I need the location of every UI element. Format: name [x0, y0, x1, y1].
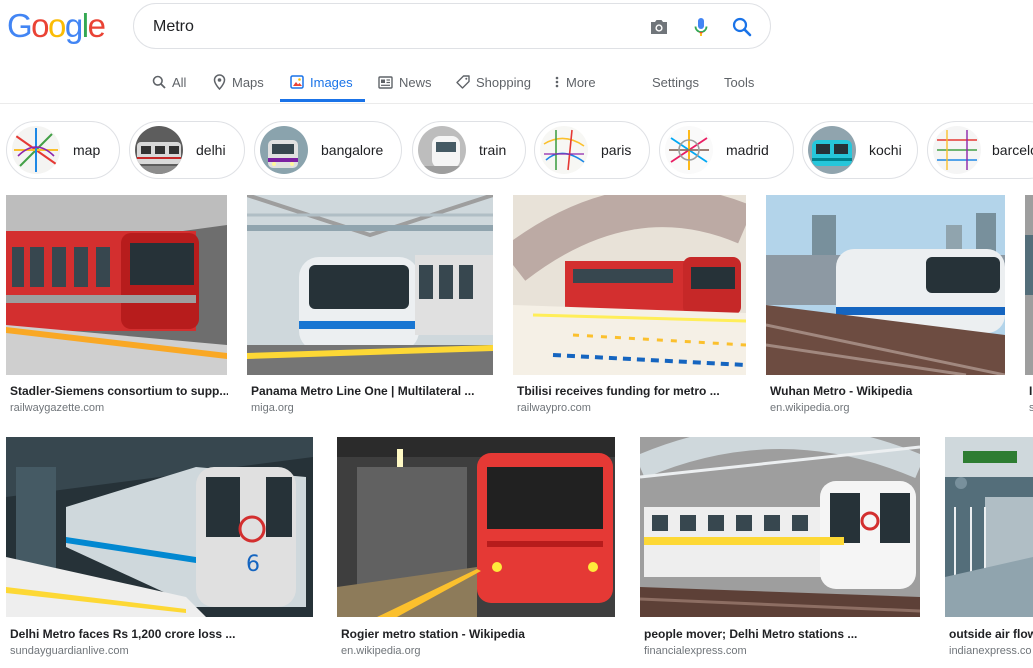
map-pin-icon [213, 74, 226, 90]
tab-label: News [399, 74, 432, 90]
chip-thumbnail [540, 126, 588, 174]
image-result[interactable]: Tbilisi receives funding for metro ... r… [513, 195, 749, 415]
result-thumbnail[interactable] [1025, 195, 1033, 375]
tab-images[interactable]: Images [290, 62, 353, 102]
result-source[interactable]: railwaypro.com [517, 402, 747, 414]
result-title[interactable]: Delhi Metro faces Rs 1,200 crore loss ..… [10, 627, 314, 641]
result-thumbnail[interactable] [6, 195, 227, 375]
result-title[interactable]: I [1029, 384, 1033, 398]
chip-map[interactable]: map [6, 121, 120, 179]
result-title[interactable]: Wuhan Metro - Wikipedia [770, 384, 1006, 398]
image-result[interactable]: people mover; Delhi Metro stations ... f… [640, 437, 924, 662]
tab-label: Maps [232, 74, 264, 90]
result-thumbnail[interactable] [247, 195, 493, 375]
tab-label: Shopping [476, 74, 531, 90]
tab-maps[interactable]: Maps [213, 62, 264, 102]
image-result[interactable]: Wuhan Metro - Wikipedia en.wikipedia.org [766, 195, 1008, 415]
chip-paris[interactable]: paris [534, 121, 650, 179]
chip-thumbnail [665, 126, 713, 174]
svg-text:6: 6 [246, 552, 260, 577]
result-source[interactable]: sundayguardianlive.com [10, 645, 314, 657]
chip-kochi[interactable]: kochi [802, 121, 918, 179]
result-source[interactable]: en.wikipedia.org [770, 402, 1006, 414]
chip-label: paris [601, 142, 632, 158]
tab-label: Images [310, 74, 353, 90]
active-tab-indicator [280, 99, 365, 102]
result-title[interactable]: outside air flow [949, 627, 1033, 641]
result-source[interactable]: miga.org [251, 402, 491, 414]
result-title[interactable]: people mover; Delhi Metro stations ... [644, 627, 924, 641]
result-source[interactable]: railwaygazette.com [10, 402, 228, 414]
chip-bangalore[interactable]: bangalore [254, 121, 402, 179]
google-logo[interactable]: Google [7, 6, 106, 46]
result-source[interactable]: indianexpress.co [949, 645, 1033, 657]
google-images-page: Google Metro All Maps Images News Shoppi… [0, 0, 1033, 668]
logo-letter: e [87, 7, 106, 44]
chip-thumbnail [808, 126, 856, 174]
chip-thumbnail [418, 126, 466, 174]
result-source[interactable]: s [1029, 402, 1033, 414]
result-thumbnail[interactable] [337, 437, 615, 617]
tab-shopping[interactable]: Shopping [456, 62, 531, 102]
related-search-chips: map delhi bangalore train paris madrid k… [6, 121, 1033, 179]
chip-label: map [73, 142, 101, 158]
chip-barcelona[interactable]: barcelo [927, 121, 1033, 179]
chip-train[interactable]: train [412, 121, 526, 179]
more-vert-icon [555, 76, 559, 88]
result-title[interactable]: Panama Metro Line One | Multilateral ... [251, 384, 491, 398]
chip-delhi[interactable]: delhi [129, 121, 245, 179]
image-result[interactable]: outside air flow indianexpress.co [945, 437, 1033, 662]
image-icon [290, 75, 304, 89]
image-result[interactable]: 6 Delhi Metro faces Rs 1,200 crore loss … [6, 437, 316, 662]
tools-link[interactable]: Tools [724, 62, 754, 102]
result-thumbnail[interactable] [640, 437, 920, 617]
chip-thumbnail [12, 126, 60, 174]
logo-letter: o [31, 7, 49, 44]
camera-icon[interactable] [648, 16, 670, 38]
tab-more[interactable]: More [554, 62, 596, 102]
settings-link[interactable]: Settings [652, 62, 699, 102]
image-result[interactable]: I s [1025, 195, 1033, 415]
result-title[interactable]: Rogier metro station - Wikipedia [341, 627, 619, 641]
chip-label: barcelo [992, 142, 1033, 158]
tab-label: Tools [724, 74, 755, 90]
result-source[interactable]: financialexpress.com [644, 645, 924, 657]
image-result[interactable]: Panama Metro Line One | Multilateral ...… [247, 195, 497, 415]
search-input[interactable] [153, 16, 633, 38]
result-thumbnail[interactable]: 6 [6, 437, 313, 617]
result-title[interactable]: Tbilisi receives funding for metro ... [517, 384, 747, 398]
news-icon [378, 75, 393, 89]
logo-letter: g [64, 7, 83, 44]
search-box [133, 3, 771, 49]
chip-thumbnail [135, 126, 183, 174]
chip-label: kochi [869, 142, 902, 158]
search-tabs: All Maps Images News Shopping More Setti… [0, 62, 1033, 104]
image-result[interactable]: Stadler-Siemens consortium to supp... ra… [6, 195, 230, 415]
image-result[interactable]: Rogier metro station - Wikipedia en.wiki… [337, 437, 619, 662]
header-divider [0, 103, 1033, 104]
result-thumbnail[interactable] [513, 195, 746, 375]
logo-letter: G [7, 7, 33, 44]
microphone-icon[interactable] [690, 16, 712, 38]
search-icon [152, 75, 166, 89]
tab-news[interactable]: News [378, 62, 432, 102]
tab-label: All [172, 74, 187, 90]
chip-label: delhi [196, 142, 226, 158]
result-thumbnail[interactable] [945, 437, 1033, 617]
result-source[interactable]: en.wikipedia.org [341, 645, 619, 657]
chip-thumbnail [933, 126, 981, 174]
result-title[interactable]: Stadler-Siemens consortium to supp... [10, 384, 228, 398]
chip-madrid[interactable]: madrid [659, 121, 794, 179]
tab-label: More [566, 74, 596, 90]
search-icon[interactable] [731, 16, 753, 38]
chip-thumbnail [260, 126, 308, 174]
tab-all[interactable]: All [152, 62, 186, 102]
tab-label: Settings [652, 74, 699, 90]
chip-label: bangalore [321, 142, 384, 158]
chip-label: train [479, 142, 507, 158]
tag-icon [456, 75, 470, 89]
result-thumbnail[interactable] [766, 195, 1005, 375]
logo-letter: o [48, 7, 66, 44]
chip-label: madrid [726, 142, 769, 158]
